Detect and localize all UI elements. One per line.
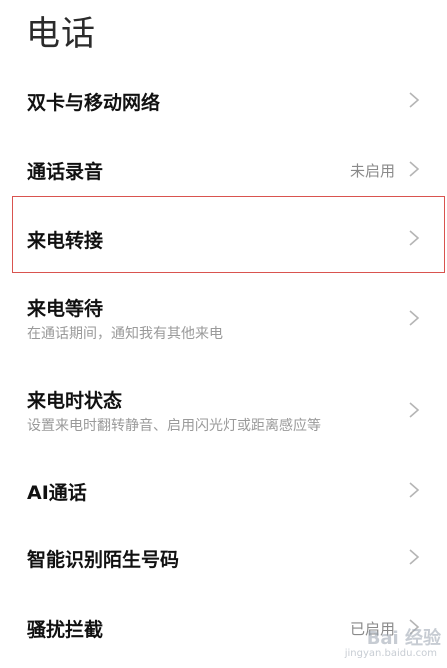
page-title: 电话 <box>26 14 96 54</box>
settings-item-label: AI通话 <box>27 482 87 504</box>
settings-item-dual-sim[interactable]: 双卡与移动网络 <box>0 68 447 132</box>
settings-item-call-recording[interactable]: 通话录音 未启用 <box>0 136 447 200</box>
settings-item-label: 骚扰拦截 <box>27 619 104 641</box>
settings-item-subtitle: 设置来电时翻转静音、启用闪光灯或距离感应等 <box>27 418 321 434</box>
settings-item-label: 通话录音 <box>27 161 104 183</box>
settings-item-call-waiting[interactable]: 来电等待 在通话期间，通知我有其他来电 <box>0 280 447 356</box>
settings-item-label: 来电时状态 <box>27 390 123 412</box>
settings-item-label: 双卡与移动网络 <box>27 92 161 114</box>
highlight-annotation-box <box>12 196 445 273</box>
settings-item-subtitle: 在通话期间，通知我有其他来电 <box>27 326 223 342</box>
baidu-jingyan-watermark: Bai 经验 jingyan.baidu.com <box>341 624 441 664</box>
chevron-right-icon <box>408 548 420 566</box>
chevron-right-icon <box>408 91 420 109</box>
settings-item-ai-call[interactable]: AI通话 <box>0 456 447 520</box>
chevron-right-icon <box>408 309 420 327</box>
settings-item-smart-caller-id[interactable]: 智能识别陌生号码 <box>0 524 447 588</box>
settings-item-label: 来电等待 <box>27 298 104 320</box>
watermark-sub-text: jingyan.baidu.com <box>344 648 437 659</box>
settings-item-value: 未启用 <box>349 162 395 180</box>
watermark-main-text: Bai 经验 <box>366 628 441 649</box>
settings-item-label: 智能识别陌生号码 <box>27 549 180 571</box>
chevron-right-icon <box>408 481 420 499</box>
chevron-right-icon <box>408 401 420 419</box>
chevron-right-icon <box>408 160 420 178</box>
settings-item-incoming-call-status[interactable]: 来电时状态 设置来电时翻转静音、启用闪光灯或距离感应等 <box>0 372 447 448</box>
phone-settings-page: 电话 双卡与移动网络 通话录音 未启用 来电转接 来电等待 在通话期间，通知我有… <box>0 0 447 668</box>
